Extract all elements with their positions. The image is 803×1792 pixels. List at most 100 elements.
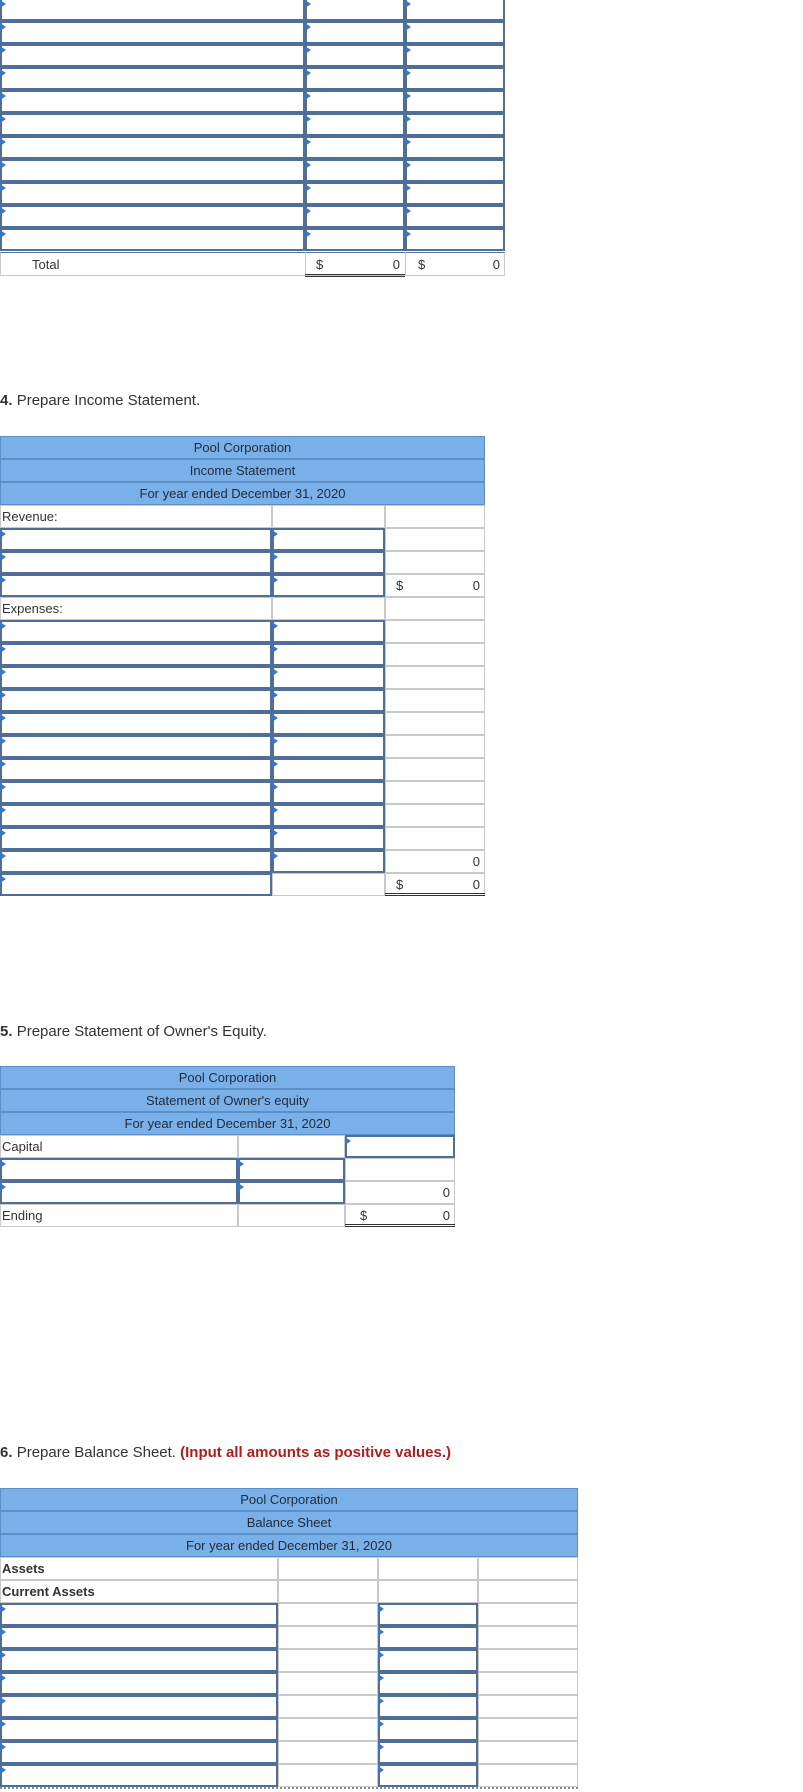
bs-amount-input[interactable] xyxy=(378,1649,478,1672)
bs-account-dropdown[interactable] xyxy=(0,1764,278,1787)
account-dropdown[interactable] xyxy=(0,67,305,90)
is-amount-input[interactable] xyxy=(272,528,385,551)
is-account-dropdown[interactable] xyxy=(0,689,272,712)
is-account-dropdown[interactable] xyxy=(0,620,272,643)
dropdown-marker-icon xyxy=(305,0,311,8)
oe-empty-cell xyxy=(238,1135,345,1158)
is-amount-input[interactable] xyxy=(272,666,385,689)
bs-account-dropdown[interactable] xyxy=(0,1672,278,1695)
credit-input[interactable] xyxy=(405,159,505,182)
credit-input[interactable] xyxy=(405,205,505,228)
debit-input[interactable] xyxy=(305,159,405,182)
is-account-dropdown[interactable] xyxy=(0,528,272,551)
is-account-dropdown[interactable] xyxy=(0,873,272,896)
debit-input[interactable] xyxy=(305,0,405,21)
is-amount-input[interactable] xyxy=(272,850,385,873)
account-dropdown[interactable] xyxy=(0,0,305,21)
bs-account-dropdown[interactable] xyxy=(0,1718,278,1741)
account-dropdown[interactable] xyxy=(0,136,305,159)
oe-capital-input[interactable] xyxy=(345,1135,455,1158)
bs-assets-label: Assets xyxy=(2,1561,45,1576)
is-account-dropdown[interactable] xyxy=(0,827,272,850)
credit-input[interactable] xyxy=(405,67,505,90)
input-marker-icon xyxy=(378,1743,384,1751)
credit-input[interactable] xyxy=(405,228,505,251)
oe-amount-input[interactable] xyxy=(238,1158,345,1181)
is-account-dropdown[interactable] xyxy=(0,758,272,781)
bs-account-dropdown[interactable] xyxy=(0,1626,278,1649)
account-dropdown[interactable] xyxy=(0,90,305,113)
is-amount-input[interactable] xyxy=(272,689,385,712)
is-account-dropdown[interactable] xyxy=(0,712,272,735)
is-amount-input[interactable] xyxy=(272,620,385,643)
is-amount-input[interactable] xyxy=(272,758,385,781)
bs-account-dropdown[interactable] xyxy=(0,1741,278,1764)
is-account-dropdown[interactable] xyxy=(0,643,272,666)
account-dropdown[interactable] xyxy=(0,21,305,44)
bs-total-cell xyxy=(478,1672,578,1695)
debit-input[interactable] xyxy=(305,228,405,251)
is-amount-input[interactable] xyxy=(272,574,385,597)
account-dropdown[interactable] xyxy=(0,44,305,67)
is-amount-input[interactable] xyxy=(272,551,385,574)
dropdown-marker-icon xyxy=(0,138,6,146)
account-dropdown[interactable] xyxy=(0,228,305,251)
is-account-dropdown[interactable] xyxy=(0,850,272,873)
is-account-dropdown[interactable] xyxy=(0,735,272,758)
dropdown-marker-icon xyxy=(0,783,6,791)
is-total-cell xyxy=(385,620,485,643)
debit-input[interactable] xyxy=(305,21,405,44)
bs-account-dropdown[interactable] xyxy=(0,1603,278,1626)
bs-amount-input[interactable] xyxy=(378,1626,478,1649)
bs-account-dropdown[interactable] xyxy=(0,1695,278,1718)
bs-amount-input[interactable] xyxy=(378,1672,478,1695)
is-account-dropdown[interactable] xyxy=(0,574,272,597)
input-marker-icon xyxy=(272,691,278,699)
dropdown-marker-icon xyxy=(0,645,6,653)
bs-amount-input[interactable] xyxy=(378,1764,478,1787)
debit-input[interactable] xyxy=(305,44,405,67)
debit-input[interactable] xyxy=(305,67,405,90)
is-amount-input[interactable] xyxy=(272,643,385,666)
debit-input[interactable] xyxy=(305,90,405,113)
credit-input[interactable] xyxy=(405,136,505,159)
credit-input[interactable] xyxy=(405,0,505,21)
credit-input[interactable] xyxy=(405,44,505,67)
bs-amount-input[interactable] xyxy=(378,1741,478,1764)
debit-input[interactable] xyxy=(305,182,405,205)
credit-input[interactable] xyxy=(405,113,505,136)
input-marker-icon xyxy=(272,576,278,584)
is-amount-input[interactable] xyxy=(272,804,385,827)
credit-input[interactable] xyxy=(405,182,505,205)
is-total-cell xyxy=(385,689,485,712)
is-amount-input[interactable] xyxy=(272,735,385,758)
bs-amount-input[interactable] xyxy=(378,1603,478,1626)
bs-amount-input[interactable] xyxy=(378,1695,478,1718)
is-account-dropdown[interactable] xyxy=(0,551,272,574)
bs-account-dropdown[interactable] xyxy=(0,1649,278,1672)
oe-subtotal: 0 xyxy=(442,1185,450,1200)
bs-amount-input[interactable] xyxy=(378,1718,478,1741)
dropdown-marker-icon xyxy=(305,23,311,31)
is-total-cell xyxy=(385,643,485,666)
oe-account-dropdown[interactable] xyxy=(0,1158,238,1181)
oe-amount-input[interactable] xyxy=(238,1181,345,1204)
debit-input[interactable] xyxy=(305,113,405,136)
credit-input[interactable] xyxy=(405,90,505,113)
account-dropdown[interactable] xyxy=(0,159,305,182)
is-account-dropdown[interactable] xyxy=(0,804,272,827)
credit-input[interactable] xyxy=(405,21,505,44)
is-account-dropdown[interactable] xyxy=(0,666,272,689)
debit-total-value: 0 xyxy=(392,257,400,272)
is-amount-input[interactable] xyxy=(272,827,385,850)
account-dropdown[interactable] xyxy=(0,205,305,228)
dropdown-marker-icon xyxy=(0,576,6,584)
account-dropdown[interactable] xyxy=(0,182,305,205)
oe-account-dropdown[interactable] xyxy=(0,1181,238,1204)
account-dropdown[interactable] xyxy=(0,113,305,136)
is-account-dropdown[interactable] xyxy=(0,781,272,804)
is-amount-input[interactable] xyxy=(272,712,385,735)
debit-input[interactable] xyxy=(305,205,405,228)
is-amount-input[interactable] xyxy=(272,781,385,804)
debit-input[interactable] xyxy=(305,136,405,159)
